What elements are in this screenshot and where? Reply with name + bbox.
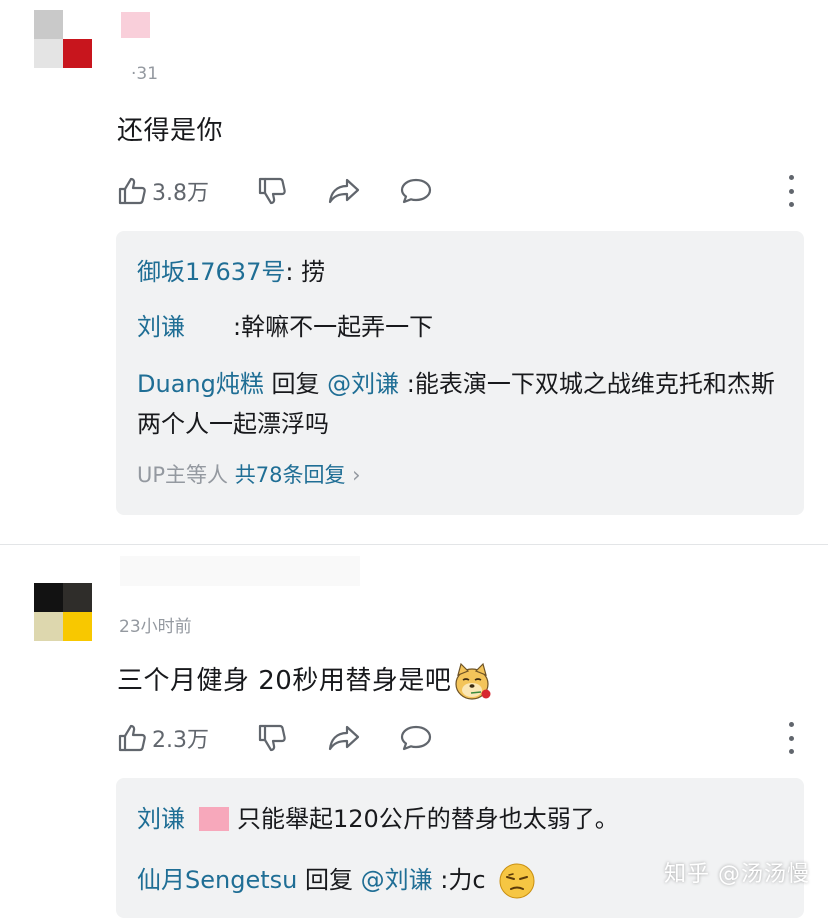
reply-username[interactable]: Duang炖糕	[137, 370, 264, 398]
redacted-username	[120, 556, 360, 586]
thumbs-up-icon	[118, 724, 146, 752]
comment-content: 还得是你	[117, 116, 224, 146]
dislike-button[interactable]	[256, 171, 288, 211]
comment-time: 23小时前	[119, 617, 192, 637]
like-button[interactable]: 3.8万	[116, 171, 209, 211]
reply-username[interactable]: 御坂17637号	[137, 258, 285, 286]
share-button[interactable]	[327, 718, 361, 758]
thumbs-down-icon	[258, 177, 286, 205]
reply-preview: 刘谦 只能舉起120公斤的替身也太弱了。 仙月Sengetsu 回复 @刘谦 :力…	[116, 778, 804, 918]
thumbs-up-icon	[118, 177, 146, 205]
more-vertical-icon[interactable]	[776, 722, 806, 754]
reply-username[interactable]: 刘谦	[137, 313, 185, 341]
comment-icon	[400, 178, 432, 204]
reply-item: 刘谦 只能舉起120公斤的替身也太弱了。	[137, 799, 780, 839]
reply-item: 御坂17637号: 捞	[137, 258, 326, 286]
reply-button[interactable]	[399, 171, 433, 211]
reply-total-link[interactable]: 共78条回复	[235, 463, 346, 487]
comment-time: ·31	[131, 64, 159, 84]
share-icon	[328, 725, 360, 751]
like-count: 3.8万	[152, 181, 209, 206]
like-button[interactable]: 2.3万	[116, 718, 209, 758]
reply-item: 刘谦:幹嘛不一起弄一下	[137, 313, 434, 341]
reply-username[interactable]: 仙月Sengetsu	[137, 866, 297, 894]
reply-text: 力c	[448, 866, 486, 894]
reply-text: 幹嘛不一起弄一下	[241, 313, 434, 341]
redacted-badge	[199, 807, 229, 831]
share-icon	[328, 178, 360, 204]
mention-link[interactable]: @刘谦	[361, 866, 433, 894]
thumbs-down-icon	[258, 724, 286, 752]
view-all-replies[interactable]: UP主等人 共78条回复 ›	[137, 459, 361, 489]
comment-content: 三个月健身 20秒用替身是吧	[117, 660, 493, 703]
smug-face-emoji-icon	[499, 863, 535, 899]
chevron-right-icon: ›	[352, 463, 361, 487]
reply-username[interactable]: 刘谦	[137, 805, 185, 833]
comment-actions: 3.8万	[116, 171, 806, 211]
comment-icon	[400, 725, 432, 751]
comment-divider	[0, 544, 828, 545]
dislike-button[interactable]	[256, 718, 288, 758]
mention-link[interactable]: @刘谦	[327, 370, 399, 398]
like-count: 2.3万	[152, 728, 209, 753]
redacted-username	[121, 12, 150, 38]
avatar[interactable]	[34, 10, 92, 68]
reply-text: 捞	[301, 258, 326, 286]
reply-button[interactable]	[399, 718, 433, 758]
share-button[interactable]	[327, 171, 361, 211]
comment-actions: 2.3万	[116, 718, 806, 758]
doge-rose-emoji-icon	[455, 662, 491, 700]
reply-item: Duang炖糕 回复 @刘谦 :能表演一下双城之战维克托和杰斯两个人一起漂浮吗	[137, 370, 775, 438]
watermark: 知乎 @汤汤慢	[664, 862, 810, 887]
reply-text: 只能舉起120公斤的替身也太弱了。	[237, 805, 619, 833]
avatar[interactable]	[34, 583, 92, 641]
more-vertical-icon[interactable]	[776, 175, 806, 207]
reply-preview: 御坂17637号: 捞 刘谦:幹嘛不一起弄一下 Duang炖糕 回复 @刘谦 :…	[116, 231, 804, 515]
